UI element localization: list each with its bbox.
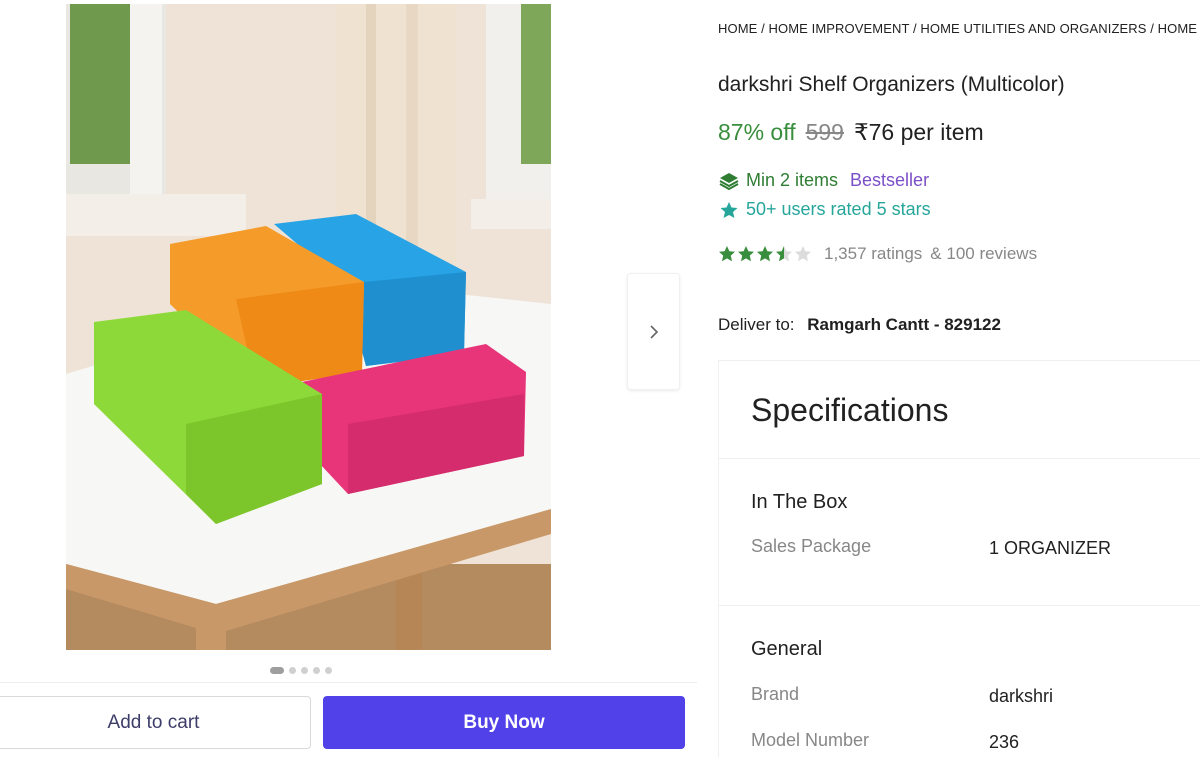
star-icon — [738, 246, 754, 262]
spec-value: 1 ORGANIZER — [989, 538, 1112, 558]
rated-text: 50+ users rated 5 stars — [746, 199, 931, 219]
chevron-right-icon — [649, 324, 658, 339]
breadcrumb[interactable]: HOME / HOME IMPROVEMENT / HOME UTILITIES… — [718, 21, 1197, 36]
discount-percent: 87% off — [718, 119, 796, 145]
specifications-title: Specifications — [719, 361, 1200, 459]
layers-icon — [719, 172, 739, 190]
price-row: 87% off 599 ₹76 per item — [718, 119, 984, 146]
original-price: 599 — [805, 119, 844, 145]
sale-price: ₹76 per item — [853, 119, 984, 145]
rating-row[interactable]: 1,357 ratings & 100 reviews — [718, 244, 1037, 264]
spec-section-title: In The Box — [751, 491, 848, 513]
ratings-count: 1,357 ratings — [824, 244, 923, 263]
spec-label: Brand — [751, 684, 800, 704]
carousel-dots — [270, 666, 332, 674]
product-title: darkshri Shelf Organizers (Multicolor) — [718, 73, 1065, 96]
star-icon — [776, 246, 792, 262]
delivery-address: Ramgarh Cantt - 829122 — [807, 315, 1001, 334]
star-badge-icon — [720, 201, 738, 218]
product-image[interactable] — [66, 4, 551, 650]
bestseller-badge: Bestseller — [850, 170, 930, 190]
reviews-count: & 100 reviews — [930, 244, 1038, 263]
delivery-location[interactable]: Deliver to: Ramgarh Cantt - 829122 — [718, 315, 1001, 335]
min-items-text: Min 2 items — [746, 170, 839, 190]
star-icon — [719, 246, 735, 262]
next-image-button[interactable] — [627, 273, 680, 390]
spec-label: Sales Package — [751, 536, 872, 556]
carousel-dot[interactable] — [301, 666, 308, 674]
carousel-dot[interactable] — [313, 666, 320, 674]
add-to-cart-button[interactable]: Add to cart — [0, 696, 311, 749]
star-icon — [795, 246, 811, 262]
spec-value: darkshri — [989, 686, 1054, 706]
carousel-dot[interactable] — [289, 666, 296, 674]
rated-offer: 50+ users rated 5 stars — [718, 199, 931, 220]
deliver-label: Deliver to: — [718, 315, 795, 334]
carousel-dot[interactable] — [325, 666, 332, 674]
rating-stars — [718, 245, 812, 263]
star-icon — [757, 246, 773, 262]
specifications-card: Specifications In The Box Sales Package … — [718, 360, 1200, 757]
spec-section-in-the-box: In The Box Sales Package 1 ORGANIZER — [719, 459, 1200, 606]
carousel-dot[interactable] — [270, 666, 284, 674]
spec-label: Model Number — [751, 730, 870, 750]
spec-value: 236 — [989, 732, 1020, 752]
spec-section-title: General — [751, 638, 823, 660]
min-items-offer: Min 2 items Bestseller — [718, 170, 929, 191]
buy-now-button[interactable]: Buy Now — [323, 696, 685, 749]
product-photo-illustration — [66, 4, 551, 650]
action-bar: Add to cart Buy Now — [0, 682, 697, 757]
